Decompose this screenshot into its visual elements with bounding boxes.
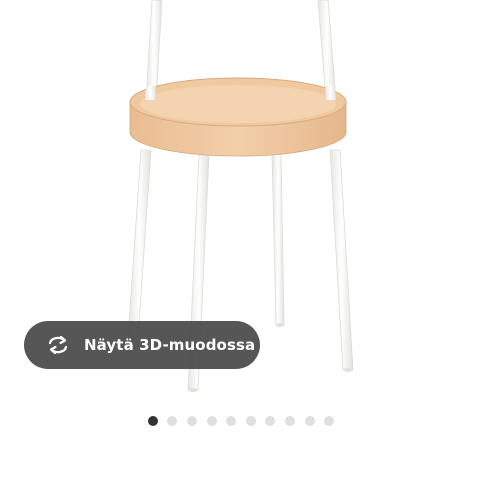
carousel-dot[interactable] (245, 416, 256, 426)
carousel-dot[interactable] (324, 416, 335, 426)
view-in-3d-label: Näytä 3D-muodossa (84, 336, 256, 354)
product-image-viewer: Näytä 3D-muodossa (0, 0, 480, 480)
carousel-dot[interactable] (265, 416, 276, 426)
carousel-dot[interactable] (226, 416, 237, 426)
carousel-dot[interactable] (206, 416, 217, 426)
carousel-dot[interactable] (187, 416, 198, 426)
carousel-dot[interactable] (167, 416, 178, 426)
view-in-3d-button[interactable]: Näytä 3D-muodossa (24, 321, 260, 369)
image-carousel-pagination (0, 416, 480, 426)
carousel-dot[interactable] (147, 416, 158, 426)
rotate-3d-icon (44, 333, 72, 357)
carousel-dot[interactable] (304, 416, 315, 426)
carousel-dot[interactable] (284, 416, 295, 426)
